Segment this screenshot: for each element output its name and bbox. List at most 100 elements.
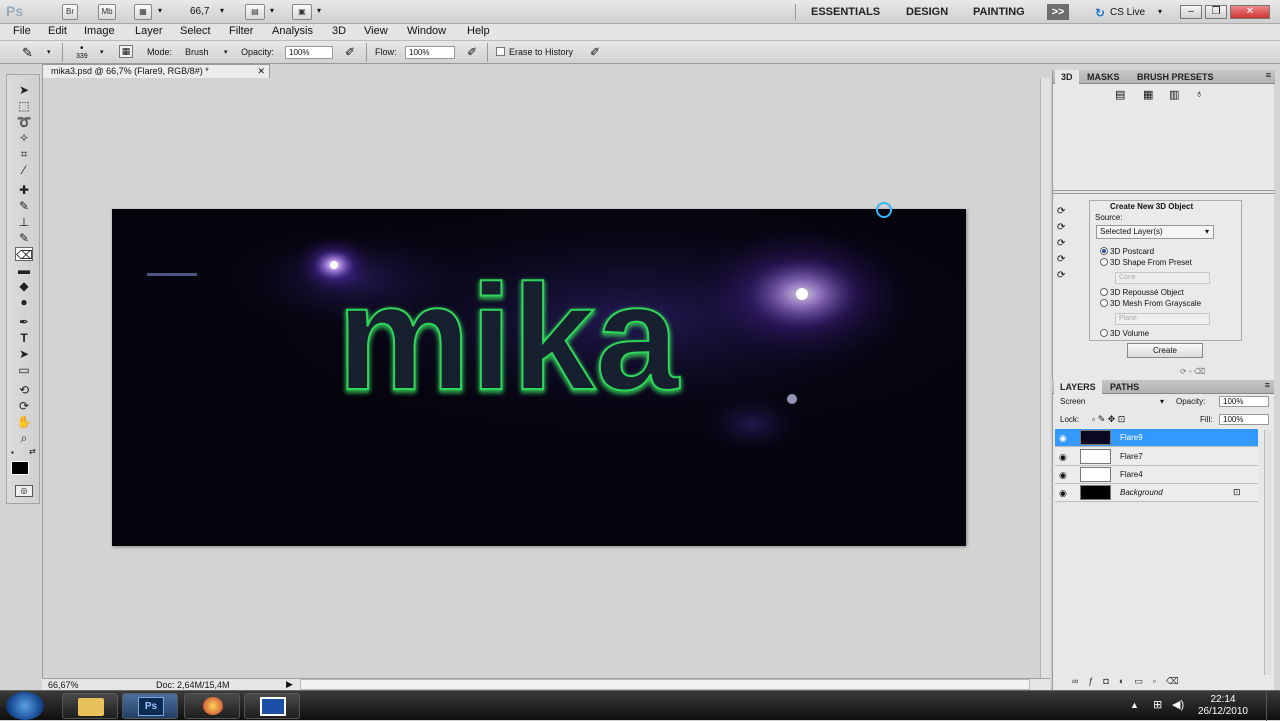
image-canvas[interactable]: mika mika — [112, 209, 966, 546]
tablet-pressure-icon[interactable]: ✐ — [590, 45, 600, 59]
menu-edit[interactable]: Edit — [48, 25, 67, 37]
extras-button[interactable]: ▦ — [134, 4, 152, 20]
layers-footer-icons[interactable]: ∞ƒ◘◐▭▫⌫ — [1072, 676, 1189, 687]
eraser-tool-icon[interactable]: ⌫ — [15, 247, 33, 262]
menu-file[interactable]: File — [13, 25, 31, 37]
menu-layer[interactable]: Layer — [135, 25, 163, 37]
panel-divider[interactable] — [1053, 190, 1275, 194]
network-icon[interactable]: ⊞ — [1153, 698, 1162, 711]
menu-window[interactable]: Window — [407, 25, 446, 37]
brush-size[interactable]: 339 — [76, 53, 88, 60]
history-brush-tool-icon[interactable]: ✎ — [15, 231, 33, 245]
show-desktop-button[interactable] — [1266, 691, 1280, 721]
healing-brush-tool-icon[interactable]: ✚ — [15, 183, 33, 197]
3d-light-filter-icon[interactable]: ♁ — [1195, 88, 1203, 100]
3d-mesh-filter-icon[interactable]: ▦ — [1143, 88, 1153, 101]
panel-menu-icon[interactable]: ≡ — [1265, 380, 1270, 390]
cs-live-button[interactable]: CS Live — [1110, 7, 1145, 18]
chevron-down-icon[interactable]: ▾ — [317, 6, 321, 15]
more-workspaces-button[interactable]: >> — [1047, 4, 1069, 20]
tab-brush-presets[interactable]: BRUSH PRESETS — [1131, 70, 1220, 84]
foreground-color-swatch[interactable] — [11, 461, 29, 475]
brush-tool-icon[interactable]: ✎ — [22, 45, 33, 61]
chevron-down-icon[interactable]: ▾ — [270, 6, 274, 15]
swap-colors-icon[interactable]: ⇄ — [29, 447, 36, 456]
visibility-eye-icon[interactable]: ◉ — [1059, 488, 1067, 499]
minimize-button[interactable]: – — [1180, 5, 1202, 19]
document-tab[interactable]: mika3.psd @ 66,7% (Flare9, RGB/8#) * ✕ — [42, 64, 270, 78]
tab-3d[interactable]: 3D — [1055, 70, 1079, 84]
maximize-button[interactable]: ❐ — [1205, 5, 1227, 19]
airbrush-pressure-icon[interactable]: ✐ — [345, 45, 355, 59]
mode-select[interactable]: Brush — [185, 47, 209, 57]
volume-icon[interactable]: ◀) — [1172, 698, 1184, 711]
rectangle-tool-icon[interactable]: ▭ — [15, 363, 33, 377]
gradient-tool-icon[interactable]: ▬ — [15, 263, 33, 277]
crop-tool-icon[interactable]: ⌗ — [15, 147, 33, 161]
default-colors-icon[interactable]: ▪ — [11, 448, 14, 457]
option-3d-mesh[interactable]: 3D Mesh From Grayscale — [1100, 299, 1201, 308]
menu-analysis[interactable]: Analysis — [272, 25, 313, 37]
layer-row-background[interactable]: ◉ Background ⊡ — [1055, 484, 1258, 502]
menu-image[interactable]: Image — [84, 25, 115, 37]
chevron-down-icon[interactable]: ▾ — [100, 48, 104, 56]
start-button[interactable] — [6, 692, 44, 720]
3d-material-filter-icon[interactable]: ▥ — [1169, 88, 1179, 101]
type-tool-icon[interactable]: T — [15, 331, 33, 345]
menu-3d[interactable]: 3D — [332, 25, 346, 37]
hand-tool-icon[interactable]: ✋ — [15, 415, 33, 429]
layer-row-flare9[interactable]: ◉ Flare9 — [1055, 429, 1258, 447]
panel-menu-icon[interactable]: ≡ — [1266, 70, 1271, 80]
tab-masks[interactable]: MASKS — [1081, 70, 1126, 84]
layer-row-flare4[interactable]: ◉ Flare4 — [1055, 466, 1258, 484]
chevron-down-icon[interactable]: ▾ — [47, 48, 51, 56]
taskbar-photoshop[interactable]: Ps — [122, 693, 178, 719]
blend-mode-select[interactable]: Screen — [1060, 397, 1085, 406]
system-clock[interactable]: 22:14 26/12/2010 — [1198, 694, 1248, 718]
mini-bridge-button[interactable]: Mb — [98, 4, 116, 20]
close-icon[interactable]: ✕ — [257, 65, 265, 77]
workspace-painting[interactable]: PAINTING — [973, 6, 1025, 18]
option-3d-postcard[interactable]: 3D Postcard — [1100, 247, 1154, 256]
eyedropper-tool-icon[interactable]: ⁄ — [15, 163, 33, 177]
quick-selection-tool-icon[interactable]: ✧ — [15, 131, 33, 145]
menu-view[interactable]: View — [364, 25, 388, 37]
flow-field[interactable]: 100% — [405, 46, 455, 59]
zoom-tool-icon[interactable]: ⌕ — [15, 431, 33, 445]
3d-rotate-tool-icon[interactable]: ⟲ — [15, 383, 33, 397]
radio[interactable] — [1100, 329, 1108, 337]
brush-panel-toggle[interactable]: ▦ — [119, 45, 133, 58]
horizontal-scrollbar[interactable] — [300, 679, 1030, 690]
option-3d-shape[interactable]: 3D Shape From Preset — [1100, 258, 1192, 267]
pen-tool-icon[interactable]: ✒ — [15, 315, 33, 329]
workspace-design[interactable]: DESIGN — [906, 6, 948, 18]
chevron-down-icon[interactable]: ▾ — [1160, 397, 1164, 406]
3d-orbit-tool-icon[interactable]: ⟳ — [15, 399, 33, 413]
bridge-button[interactable]: Br — [62, 4, 78, 20]
fill-field[interactable]: 100% — [1219, 414, 1269, 425]
lock-icons[interactable]: ▫ ✎ ✥ ⊡ — [1092, 414, 1125, 425]
tab-layers[interactable]: LAYERS — [1054, 380, 1102, 394]
workspace-essentials[interactable]: ESSENTIALS — [811, 6, 880, 18]
dodge-tool-icon[interactable]: ● — [15, 295, 33, 309]
status-zoom[interactable]: 66,67% — [48, 680, 79, 690]
close-button[interactable]: ✕ — [1230, 5, 1270, 19]
menu-help[interactable]: Help — [467, 25, 490, 37]
visibility-eye-icon[interactable]: ◉ — [1059, 470, 1067, 481]
radio[interactable] — [1100, 258, 1108, 266]
tab-paths[interactable]: PATHS — [1104, 380, 1145, 394]
chevron-down-icon[interactable]: ▾ — [224, 48, 228, 56]
radio[interactable] — [1100, 299, 1108, 307]
layer-row-flare7[interactable]: ◉ Flare7 — [1055, 448, 1258, 466]
chevron-down-icon[interactable]: ▾ — [1158, 7, 1162, 16]
taskbar-app4[interactable] — [244, 693, 300, 719]
brush-tool-icon[interactable]: ✎ — [15, 199, 33, 213]
airbrush-icon[interactable]: ✐ — [467, 45, 477, 59]
menu-select[interactable]: Select — [180, 25, 211, 37]
marquee-tool-icon[interactable]: ⬚ — [15, 99, 33, 113]
opacity-field[interactable]: 100% — [285, 46, 333, 59]
layers-scrollbar[interactable] — [1264, 430, 1272, 675]
chevron-down-icon[interactable]: ▾ — [158, 6, 162, 15]
layer-opacity-field[interactable]: 100% — [1219, 396, 1269, 407]
3d-panel-footer-icons[interactable]: ⟳ ▫ ⌫ — [1180, 367, 1205, 376]
